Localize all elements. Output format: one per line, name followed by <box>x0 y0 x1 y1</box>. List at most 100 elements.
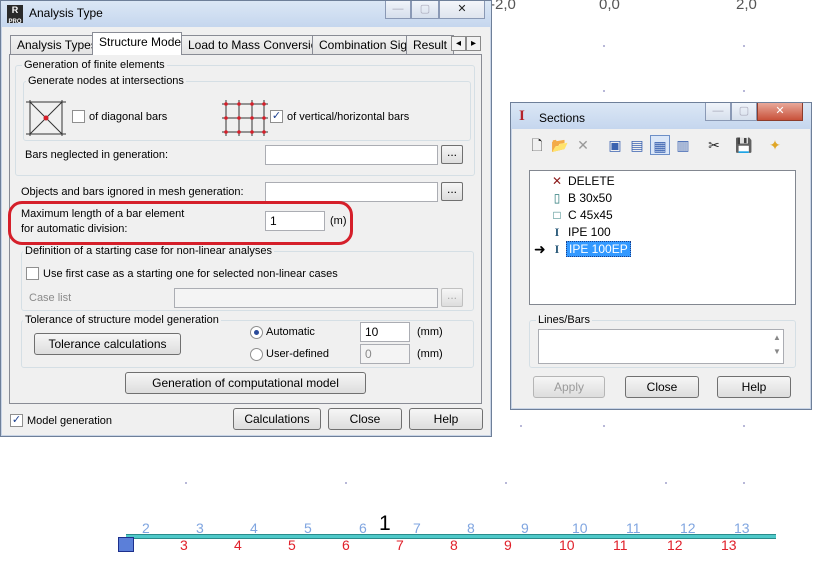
folder-star-icon[interactable]: ✦ <box>765 135 785 155</box>
app-icon: R PRO <box>7 5 23 25</box>
grid-dot <box>185 482 187 484</box>
node-number: 13 <box>734 520 750 536</box>
close-window-button[interactable]: ✕ <box>439 1 485 19</box>
tab-scroll-right-button[interactable]: ▸ <box>466 36 481 51</box>
lines-bars-input[interactable] <box>538 329 784 364</box>
model-generation-checkbox[interactable]: ✓ <box>10 414 23 427</box>
i-beam-icon: I <box>554 242 560 256</box>
case-list-field[interactable] <box>174 288 438 308</box>
first-case-checkbox[interactable] <box>26 267 39 280</box>
sections-app-icon: I <box>519 108 525 124</box>
list-item[interactable]: ▯ B 30x50 <box>550 190 614 206</box>
group-title: Generate nodes at intersections <box>26 75 186 87</box>
bar-number: 4 <box>234 537 242 553</box>
node-number: 6 <box>359 520 367 536</box>
help-button[interactable]: Help <box>717 376 791 398</box>
bar-number: 11 <box>613 537 628 553</box>
vertical-bars-checkbox[interactable]: ✓ <box>270 110 283 123</box>
automatic-label: Automatic <box>266 326 315 338</box>
maximize-button[interactable]: ▢ <box>411 1 439 19</box>
bars-neglected-label: Bars neglected in generation: <box>25 149 169 161</box>
objects-ignored-field[interactable] <box>265 182 438 202</box>
tab-analysis-types[interactable]: Analysis Types <box>10 35 93 54</box>
group-title: Definition of a starting case for non-li… <box>23 245 275 257</box>
chevron-left-icon: ◂ <box>455 38 462 49</box>
grid-dot <box>603 425 605 427</box>
minimize-button[interactable]: — <box>385 1 411 19</box>
help-button[interactable]: Help <box>409 408 483 430</box>
bars-neglected-field[interactable] <box>265 145 438 165</box>
tab-combination-sign[interactable]: Combination Sign <box>312 35 407 54</box>
case-list-browse-button[interactable]: ... <box>441 288 463 307</box>
tolerance-calculations-button[interactable]: Tolerance calculations <box>34 333 181 355</box>
node-number: 12 <box>680 520 696 536</box>
view-icon-4[interactable]: ▥ <box>673 135 693 155</box>
tab-structure-model[interactable]: Structure Model <box>92 32 182 55</box>
dialog-title: Analysis Type <box>29 6 103 20</box>
grid-dot <box>520 425 522 427</box>
close-button[interactable]: Close <box>328 408 402 430</box>
user-defined-radio[interactable] <box>250 348 263 361</box>
list-item[interactable]: I IPE 100 <box>550 224 613 240</box>
view-icon-1[interactable]: ▣ <box>605 135 625 155</box>
node-number: 7 <box>413 520 421 536</box>
structure-label: 1 <box>379 512 391 535</box>
user-defined-unit: (mm) <box>417 348 443 360</box>
node-number: 10 <box>572 520 588 536</box>
highlight-annotation <box>8 201 353 245</box>
bar-number: 13 <box>721 537 737 553</box>
model-generation-label: Model generation <box>27 415 113 427</box>
bar-number: 12 <box>667 537 683 553</box>
grid-dot <box>743 425 745 427</box>
open-icon[interactable]: 📂 <box>550 135 570 155</box>
delete-icon: ✕ <box>551 174 563 188</box>
objects-ignored-browse-button[interactable]: ... <box>441 182 463 201</box>
maximize-button[interactable]: ▢ <box>731 103 757 121</box>
close-window-button[interactable]: ✕ <box>757 103 803 121</box>
tab-scroll-left-button[interactable]: ◂ <box>451 36 466 51</box>
group-title: Tolerance of structure model generation <box>23 314 221 326</box>
cut-icon[interactable]: ✂ <box>704 135 724 155</box>
grid-dot <box>603 90 605 92</box>
automatic-radio[interactable] <box>250 326 263 339</box>
view-icon-2[interactable]: ▤ <box>627 135 647 155</box>
delete-icon[interactable]: ✕ <box>573 135 593 155</box>
node-number: 4 <box>250 520 258 536</box>
support-node[interactable] <box>118 537 134 552</box>
save-icon[interactable]: 💾 <box>734 135 754 155</box>
new-icon[interactable]: 🗋 <box>527 135 547 155</box>
vertical-bars-label: of vertical/horizontal bars <box>287 111 410 123</box>
diagonal-bars-icon <box>24 100 68 136</box>
objects-ignored-label: Objects and bars ignored in mesh generat… <box>21 186 244 198</box>
minimize-button[interactable]: — <box>705 103 731 121</box>
close-button[interactable]: Close <box>625 376 699 398</box>
grid-dot <box>743 482 745 484</box>
analysis-type-dialog: R PRO Analysis Type — ▢ ✕ Analysis Types … <box>0 0 492 437</box>
list-item[interactable]: ✕ DELETE <box>550 173 617 189</box>
tab-load-mass-conversion[interactable]: Load to Mass Conversion <box>181 35 313 54</box>
apply-button[interactable]: Apply <box>533 376 605 398</box>
case-list-label: Case list <box>29 292 72 304</box>
list-item[interactable]: I IPE 100EP <box>550 241 631 257</box>
calculations-button[interactable]: Calculations <box>233 408 321 430</box>
sections-list[interactable]: ✕ DELETE ▯ B 30x50 □ C 45x45 I IPE 100 I IPE … <box>529 170 796 305</box>
automatic-value-input[interactable]: 10 <box>360 322 410 342</box>
bar-number: 3 <box>180 537 188 553</box>
bar-number: 6 <box>342 537 350 553</box>
tab-result[interactable]: Result R <box>406 35 454 54</box>
user-defined-value-input[interactable]: 0 <box>360 344 410 364</box>
i-beam-icon: I <box>554 225 560 239</box>
grid-bars-icon <box>222 100 268 136</box>
bars-neglected-browse-button[interactable]: ... <box>441 145 463 164</box>
grid-dot <box>505 482 507 484</box>
scrollbar[interactable]: ▲ ▼ <box>771 331 783 362</box>
grid-dot <box>345 482 347 484</box>
list-item[interactable]: □ C 45x45 <box>550 207 615 223</box>
sections-title: Sections <box>539 111 586 125</box>
chevron-right-icon: ▸ <box>470 38 477 49</box>
diagonal-bars-checkbox[interactable] <box>72 110 85 123</box>
generate-model-button[interactable]: Generation of computational model <box>125 372 366 394</box>
view-icon-3[interactable]: ▦ <box>650 135 670 155</box>
diagonal-bars-label: of diagonal bars <box>89 111 168 123</box>
node-number: 5 <box>304 520 312 536</box>
